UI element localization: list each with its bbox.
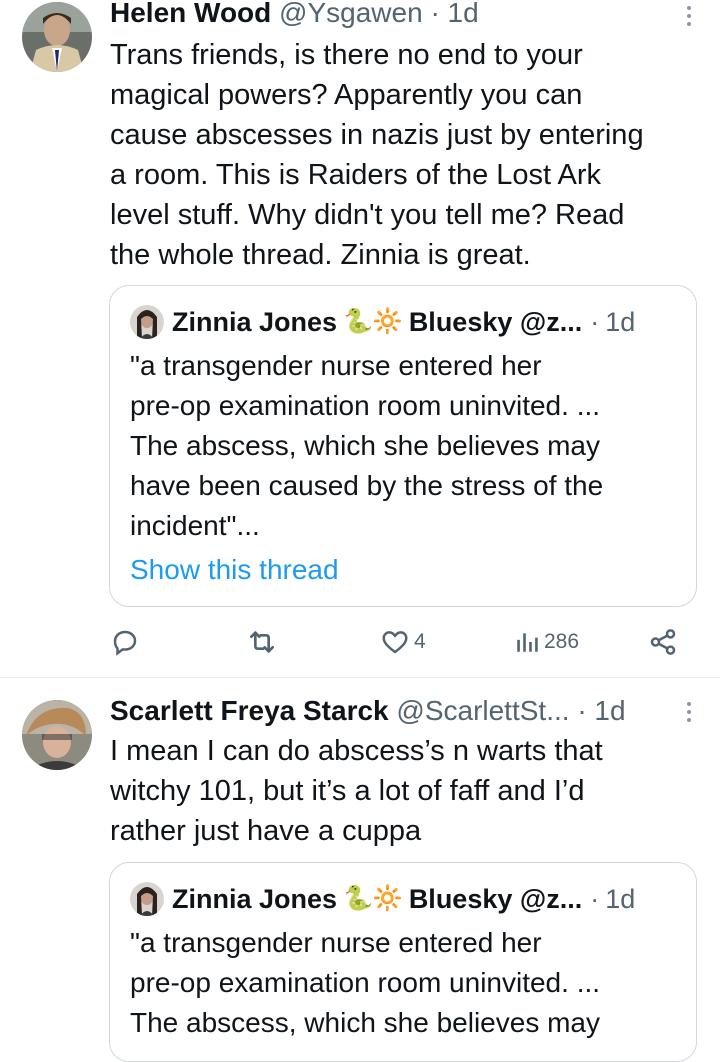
- tweet-text-line: magical powers? Apparently you can: [110, 79, 583, 111]
- tweet-actions: 4 286: [110, 622, 680, 662]
- tweet-header: Scarlett Freya Starck @ScarlettSt... · 1…: [110, 694, 670, 728]
- like-count: 4: [414, 630, 426, 653]
- timestamp[interactable]: 1d: [448, 0, 479, 28]
- quoted-tweet-text: "a transgender nurse entered her pre-op …: [130, 923, 680, 1043]
- tweet-text: I mean I can do abscess’s n warts that w…: [110, 731, 700, 851]
- tweet-text-line: rather just have a cuppa: [110, 815, 422, 847]
- separator-dot: ·: [590, 307, 600, 337]
- snake-sun-emoji-icon: 🐍🔆: [343, 308, 403, 335]
- like-icon: [380, 627, 410, 657]
- views-button[interactable]: 286: [514, 622, 579, 662]
- views-count: 286: [544, 630, 580, 653]
- avatar-helen-wood[interactable]: [22, 2, 92, 72]
- quoted-timestamp: 1d: [605, 884, 636, 914]
- quoted-text-line: incident"...: [130, 510, 260, 541]
- author-handle[interactable]: @ScarlettSt...: [396, 695, 569, 726]
- snake-sun-emoji-icon: 🐍🔆: [343, 885, 403, 912]
- retweet-icon: [246, 626, 278, 658]
- quoted-tweet-header: Zinnia Jones 🐍🔆 Bluesky @z... · 1d: [130, 881, 676, 917]
- quoted-tweet-text: "a transgender nurse entered her pre-op …: [130, 346, 680, 590]
- tweet-text-line: a room. This is Raiders of the Lost Ark: [110, 159, 602, 191]
- tweet-text-line: I mean I can do abscess’s n warts that: [110, 735, 603, 767]
- tweet[interactable]: Scarlett Freya Starck @ScarlettSt... · 1…: [0, 678, 720, 1062]
- retweet-button[interactable]: [246, 622, 282, 662]
- views-icon: [514, 629, 540, 655]
- quoted-author-handle: Bluesky @z...: [408, 884, 583, 914]
- tweet-text: Trans friends, is there no end to your m…: [110, 35, 700, 275]
- like-button[interactable]: 4: [380, 622, 426, 662]
- author-name[interactable]: Scarlett Freya Starck: [110, 695, 389, 726]
- tweet-text-line: witchy 101, but it’s a lot of faff and I…: [110, 775, 585, 807]
- tweet-text-line: Trans friends, is there no end to your: [110, 39, 583, 71]
- tweet[interactable]: Helen Wood @Ysgawen · 1d Trans friends, …: [0, 0, 720, 676]
- quoted-author-name: Zinnia Jones: [172, 884, 338, 914]
- separator-dot: ·: [430, 0, 440, 28]
- quoted-text-line: "a transgender nurse entered her: [130, 927, 542, 958]
- quoted-tweet[interactable]: Zinnia Jones 🐍🔆 Bluesky @z... · 1d "a tr…: [109, 285, 697, 607]
- share-icon: [648, 627, 678, 657]
- show-thread-link[interactable]: Show this thread: [130, 550, 680, 590]
- timestamp[interactable]: 1d: [594, 695, 625, 726]
- avatar-zinnia-jones: [130, 305, 164, 339]
- avatar-zinnia-jones: [130, 882, 164, 916]
- author-name[interactable]: Helen Wood: [110, 0, 271, 28]
- reply-button[interactable]: [110, 622, 144, 662]
- tweet-text-line: cause abscesses in nazis just by enterin…: [110, 119, 644, 151]
- reply-icon: [110, 627, 140, 657]
- separator-dot: ·: [577, 695, 587, 726]
- more-options-icon[interactable]: [684, 2, 694, 32]
- quoted-author-name: Zinnia Jones: [172, 307, 338, 337]
- separator-dot: ·: [590, 884, 600, 914]
- quoted-text-line: The abscess, which she believes may: [130, 430, 600, 461]
- quoted-text-line: The abscess, which she believes may: [130, 1007, 600, 1038]
- more-options-icon[interactable]: [684, 698, 694, 728]
- author-handle[interactable]: @Ysgawen: [279, 0, 423, 28]
- share-button[interactable]: [648, 622, 678, 662]
- quoted-tweet[interactable]: Zinnia Jones 🐍🔆 Bluesky @z... · 1d "a tr…: [109, 862, 697, 1062]
- quoted-text-line: pre-op examination room uninvited. ...: [130, 967, 601, 998]
- quoted-text-line: "a transgender nurse entered her: [130, 350, 542, 381]
- quoted-timestamp: 1d: [605, 307, 636, 337]
- quoted-tweet-header: Zinnia Jones 🐍🔆 Bluesky @z... · 1d: [130, 304, 676, 340]
- tweet-text-line: the whole thread. Zinnia is great.: [110, 239, 531, 271]
- tweet-header: Helen Wood @Ysgawen · 1d: [110, 0, 670, 30]
- quoted-author-handle: Bluesky @z...: [408, 307, 583, 337]
- quoted-text-line: have been caused by the stress of the: [130, 470, 604, 501]
- tweet-text-line: level stuff. Why didn't you tell me? Rea…: [110, 199, 625, 231]
- quoted-text-line: pre-op examination room uninvited. ...: [130, 390, 601, 421]
- avatar-scarlett-freya-starck[interactable]: [22, 700, 92, 770]
